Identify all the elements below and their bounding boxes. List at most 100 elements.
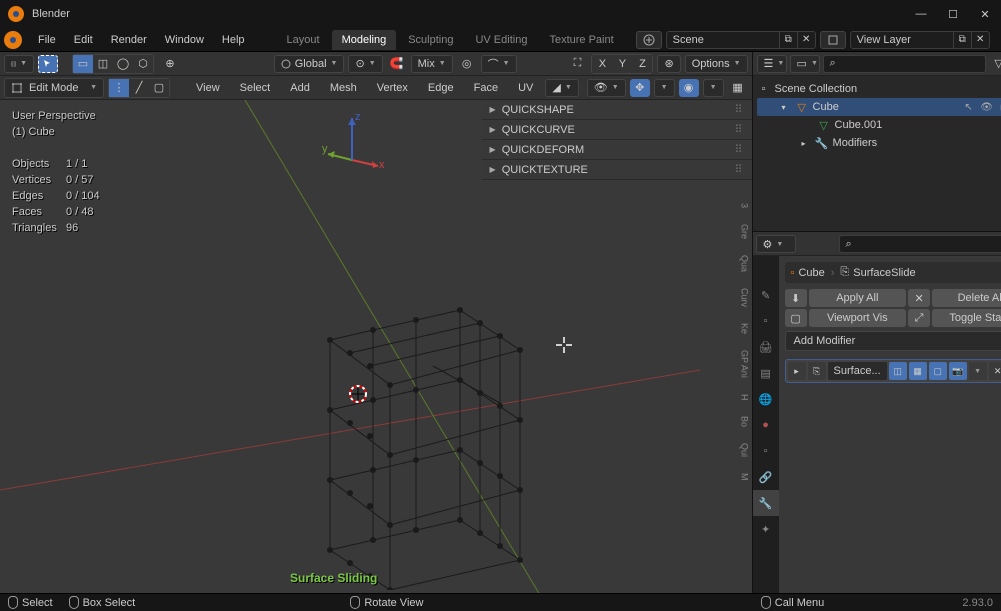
axis-x-button[interactable]: X — [592, 55, 612, 73]
tab-render[interactable]: ▫ — [753, 308, 779, 334]
visibility-icon[interactable]: 👁 — [980, 100, 994, 114]
viewport-vis-icon-button[interactable]: ▢ — [785, 309, 807, 327]
overlay-dropdown[interactable]: ▼ — [703, 79, 724, 97]
overlay-button[interactable]: ◉ — [679, 79, 699, 97]
snap-mode-dropdown[interactable]: Mix ▼ — [411, 55, 453, 73]
orientation-dropdown[interactable]: Global ▼ — [274, 55, 345, 73]
axis-y-button[interactable]: Y — [612, 55, 632, 73]
prop-edit-button[interactable]: ◎ — [457, 55, 477, 73]
toggle-stack-icon-button[interactable]: ⤢ — [908, 309, 930, 327]
n-tab-8[interactable]: Qui — [736, 435, 752, 465]
tab-object[interactable]: ▫ — [753, 438, 779, 464]
select-circle-button[interactable]: ◯ — [113, 55, 133, 73]
outliner-search-input[interactable]: ⌕ — [823, 55, 986, 73]
tab-modifiers[interactable]: 🔧 — [753, 490, 779, 516]
snap-button[interactable]: 🧲 — [387, 55, 407, 73]
minimize-button[interactable]: — — [913, 6, 929, 22]
blender-logo-icon[interactable] — [4, 31, 22, 49]
modifier-realtime-button[interactable]: ▢ — [929, 362, 947, 380]
outliner-type-dropdown[interactable]: ☰▼ — [757, 55, 787, 73]
options-dropdown[interactable]: Options ▼ — [685, 55, 748, 73]
menu-help[interactable]: Help — [214, 30, 253, 50]
workspace-layout[interactable]: Layout — [277, 30, 330, 50]
workspace-modeling[interactable]: Modeling — [332, 30, 397, 50]
editor-type-dropdown[interactable]: ▼ — [4, 55, 34, 73]
add-modifier-dropdown[interactable]: Add Modifier ▼ — [785, 331, 1001, 351]
modifier-expand-button[interactable]: ▸ — [788, 362, 806, 380]
n-tab-9[interactable]: M — [736, 465, 752, 489]
menu-render[interactable]: Render — [103, 30, 155, 50]
delete-all-button[interactable]: Delete All — [932, 289, 1001, 307]
n-tab-7[interactable]: Bo — [736, 408, 752, 435]
n-tab-6[interactable]: H — [736, 386, 752, 409]
viewlayer-browse-button[interactable] — [820, 31, 846, 49]
close-button[interactable]: ✕ — [977, 6, 993, 22]
modifier-editmode-button[interactable]: ▦ — [909, 362, 927, 380]
vertex-select-button[interactable]: ⋮ — [109, 79, 129, 97]
axis-z-button[interactable]: Z — [632, 55, 652, 73]
outliner-filter-button[interactable]: ▽ — [989, 55, 1001, 73]
workspace-uv[interactable]: UV Editing — [465, 30, 537, 50]
gizmo-button[interactable]: ✥ — [630, 79, 650, 97]
menu-uv[interactable]: UV — [510, 78, 541, 98]
toggle-stack-button[interactable]: Toggle Stack — [932, 309, 1001, 327]
modifier-dropdown-button[interactable]: ▼ — [969, 362, 987, 380]
n-tab-3[interactable]: Curv — [736, 280, 752, 315]
uv-dropdown[interactable]: ◢▼ — [545, 79, 578, 97]
tree-row-modifiers[interactable]: ▸ 🔧 Modifiers ⎘ — [757, 134, 1001, 152]
delete-all-icon-button[interactable]: ✕ — [908, 289, 930, 307]
face-select-button[interactable]: ▢ — [149, 79, 169, 97]
apply-all-button[interactable]: Apply All — [809, 289, 907, 307]
tree-row-scene-collection[interactable]: ▫ Scene Collection — [757, 80, 1001, 98]
tab-scene[interactable]: 🌐 — [753, 386, 779, 412]
disclosure-icon[interactable]: ▸ — [797, 136, 811, 150]
menu-file[interactable]: File — [30, 30, 64, 50]
n-tab-1[interactable]: Gre — [736, 216, 752, 247]
scene-input[interactable]: Scene ⧉ ✕ — [666, 31, 816, 49]
select-box-button[interactable]: ◫ — [93, 55, 113, 73]
tab-world[interactable]: ● — [753, 412, 779, 438]
modifier-row-surfaceslide[interactable]: ▸ ⎘ Surface... ◫ ▦ ▢ 📷 ▼ ✕ ⠿ — [785, 359, 1001, 383]
n-tab-5[interactable]: GP Ani — [736, 342, 752, 386]
maximize-button[interactable]: ☐ — [945, 6, 961, 22]
modifier-name-input[interactable]: Surface... — [828, 362, 887, 380]
menu-mesh[interactable]: Mesh — [322, 78, 365, 98]
modifier-delete-button[interactable]: ✕ — [989, 362, 1001, 380]
select-tweak-button[interactable]: ▭ — [73, 55, 93, 73]
scene-copy-button[interactable]: ⧉ — [779, 32, 797, 48]
render-icon[interactable]: ▢ — [998, 100, 1001, 114]
tab-output[interactable]: 🖨 — [753, 334, 779, 360]
mesh-options-button[interactable]: ⛶ — [567, 55, 587, 73]
menu-face[interactable]: Face — [466, 78, 506, 98]
selectable-icon[interactable]: ↖ — [962, 100, 976, 114]
modifier-render-button[interactable]: 📷 — [949, 362, 967, 380]
workspace-sculpting[interactable]: Sculpting — [398, 30, 463, 50]
disclosure-icon[interactable]: ▾ — [777, 100, 791, 114]
visibility-dropdown[interactable]: 👁▼ — [587, 79, 626, 97]
menu-add[interactable]: Add — [282, 78, 318, 98]
n-tab-4[interactable]: Ke — [736, 315, 752, 342]
n-tab-2[interactable]: Qua — [736, 247, 752, 280]
menu-select[interactable]: Select — [232, 78, 279, 98]
n-panel-quickdeform[interactable]: ▶QUICKDEFORM⠿ — [482, 140, 752, 160]
outliner-display-dropdown[interactable]: ▭▼ — [790, 55, 820, 73]
n-panel-quickshape[interactable]: ▶QUICKSHAPE⠿ — [482, 100, 752, 120]
automerge-button[interactable]: ⊛ — [657, 55, 680, 73]
tab-particles[interactable]: ✦ — [753, 516, 779, 542]
viewport-vis-button[interactable]: Viewport Vis — [809, 309, 907, 327]
tree-row-cube001[interactable]: ▽ Cube.001 — [757, 116, 1001, 134]
edge-select-button[interactable]: ╱ — [129, 79, 149, 97]
outliner-tree[interactable]: ▫ Scene Collection ▾ ▽ Cube ↖ 👁 ▢ 📷 — [753, 76, 1001, 231]
menu-window[interactable]: Window — [157, 30, 212, 50]
viewlayer-copy-button[interactable]: ⧉ — [953, 32, 971, 48]
n-tab-0[interactable]: 3 — [736, 195, 752, 216]
tab-viewlayer[interactable]: ▤ — [753, 360, 779, 386]
mode-dropdown[interactable]: Edit Mode ▼ — [4, 78, 104, 98]
n-panel-quicktexture[interactable]: ▶QUICKTEXTURE⠿ — [482, 160, 752, 180]
tree-row-cube[interactable]: ▾ ▽ Cube ↖ 👁 ▢ 📷 — [757, 98, 1001, 116]
tab-constraints[interactable]: 🔗 — [753, 464, 779, 490]
pivot-dropdown[interactable]: ⊙▼ — [348, 55, 382, 73]
viewlayer-input[interactable]: View Layer ⧉ ✕ — [850, 31, 990, 49]
viewport-3d[interactable]: User Perspective (1) Cube Objects1 / 1 V… — [0, 100, 752, 593]
tab-tool[interactable]: ✎ — [753, 282, 779, 308]
